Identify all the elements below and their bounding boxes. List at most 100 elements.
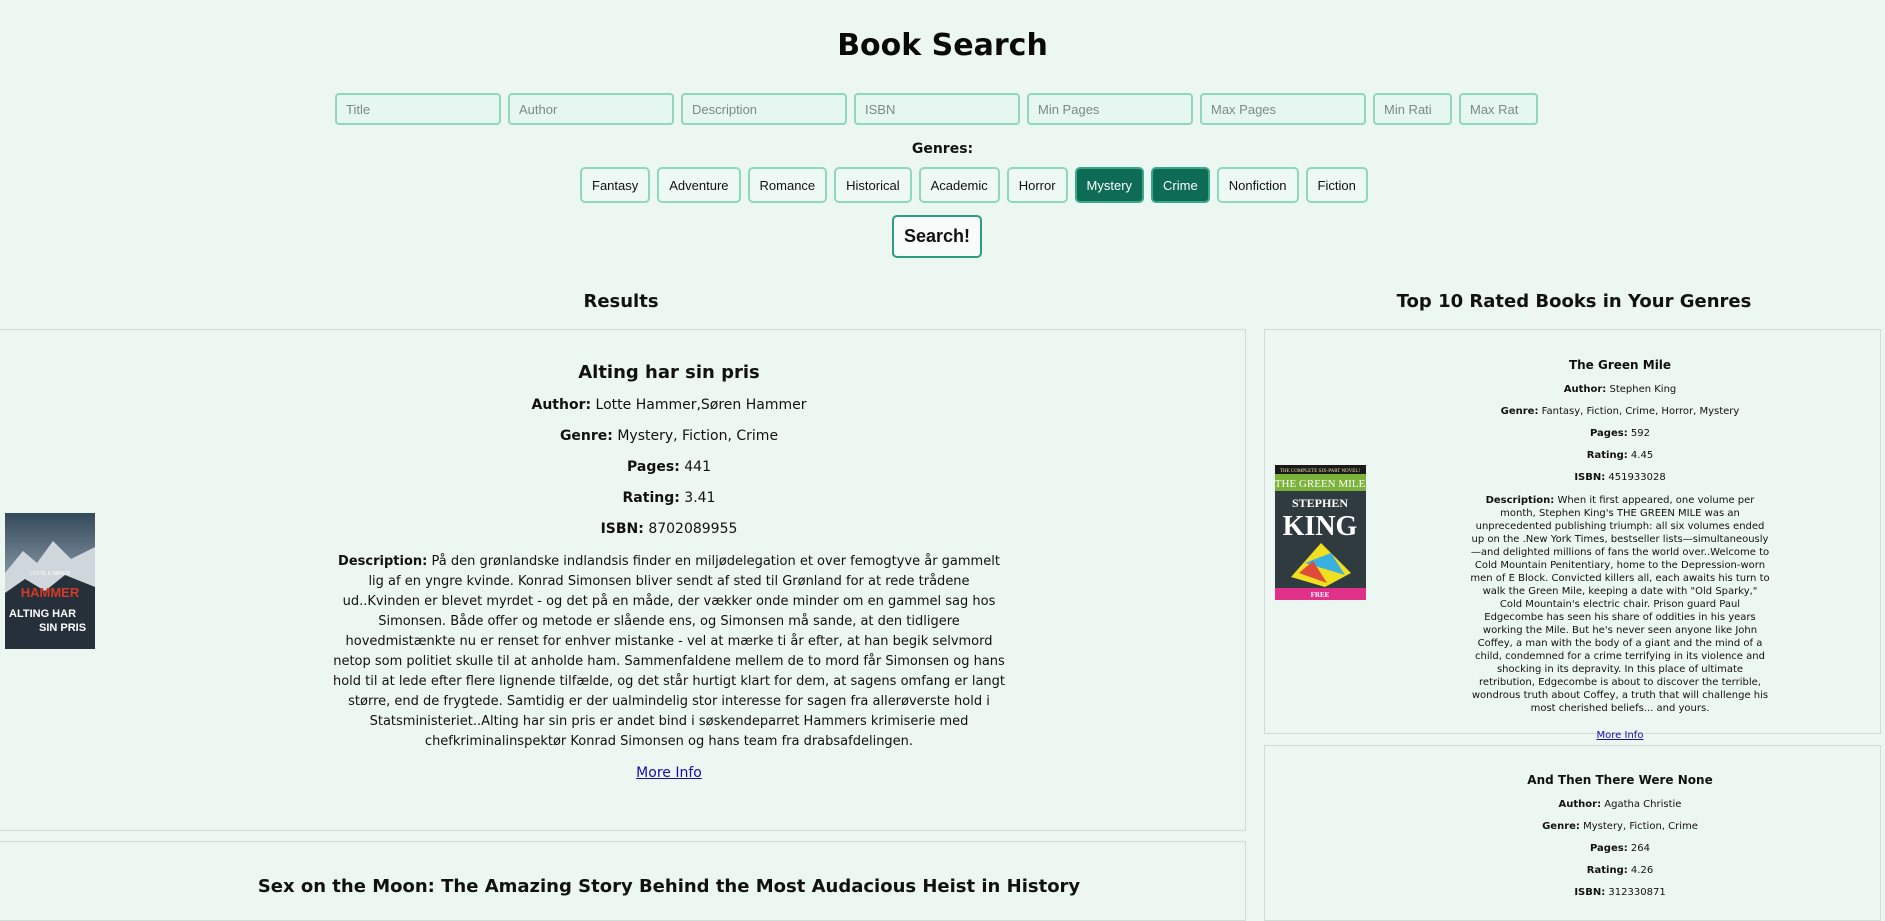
genre-buttons: Fantasy Adventure Romance Historical Aca… <box>580 167 1368 203</box>
book-cover-image[interactable]: LOTTE & SØREN HAMMER ALTING HAR SIN PRIS <box>5 513 95 649</box>
pages-value: 264 <box>1630 843 1650 854</box>
pages-label: Pages: <box>1590 843 1628 854</box>
result-rating: Rating: 3.41 <box>329 490 1009 506</box>
genre-label: Genre: <box>1500 406 1539 417</box>
isbn-value: 8702089955 <box>648 521 738 537</box>
rating-value: 4.45 <box>1630 450 1654 461</box>
isbn-label: ISBN: <box>1574 472 1606 483</box>
cover-author-first: STEPHEN <box>1292 496 1348 510</box>
top-rated-card: And Then There Were None Author: Agatha … <box>1264 745 1881 921</box>
title-input[interactable] <box>335 93 501 125</box>
cover-author-last: KING <box>1283 511 1358 542</box>
result-isbn: ISBN: 8702089955 <box>329 521 1009 537</box>
top-rated-card: THE COMPLETE SIX-PART NOVEL! THE GREEN M… <box>1264 329 1881 741</box>
cover-brand-text: HAMMER <box>21 585 80 600</box>
cover-title-line2: SIN PRIS <box>39 622 86 634</box>
genre-value: Fantasy, Fiction, Crime, Horror, Mystery <box>1541 406 1740 417</box>
cover-series-text: THE GREEN MILE <box>1275 478 1365 490</box>
search-button[interactable]: Search! <box>892 215 982 258</box>
author-value: Lotte Hammer,Søren Hammer <box>595 397 807 413</box>
top-rated-rating: Rating: 4.26 <box>1470 865 1770 876</box>
description-input[interactable] <box>681 93 847 125</box>
author-label: Author: <box>1563 384 1607 395</box>
author-label: Author: <box>1558 799 1602 810</box>
author-value: Stephen King <box>1609 384 1677 395</box>
book-cover-image[interactable]: THE COMPLETE SIX-PART NOVEL! THE GREEN M… <box>1275 465 1366 600</box>
result-title: Alting har sin pris <box>578 362 760 383</box>
author-label: Author: <box>531 397 592 413</box>
description-value: When it first appeared, one volume per m… <box>1470 495 1770 714</box>
genre-value: Mystery, Fiction, Crime <box>617 428 779 444</box>
author-value: Agatha Christie <box>1604 799 1682 810</box>
isbn-value: 312330871 <box>1608 887 1666 898</box>
top-rated-description: Description: When it first appeared, one… <box>1470 494 1770 715</box>
top-rated-title: And Then There Were None <box>1527 773 1713 787</box>
top-rated-isbn: ISBN: 312330871 <box>1470 887 1770 898</box>
results-heading: Results <box>583 291 659 312</box>
result-details: Alting har sin pris Author: Lotte Hammer… <box>329 362 1009 781</box>
result-card: LOTTE & SØREN HAMMER ALTING HAR SIN PRIS… <box>0 329 1246 831</box>
top-rated-isbn: ISBN: 451933028 <box>1470 472 1770 483</box>
genre-button-nonfiction[interactable]: Nonfiction <box>1216 167 1299 203</box>
description-value: På den grønlandske indlandsis finder en … <box>332 554 1005 749</box>
search-filters <box>335 93 1538 125</box>
page-title: Book Search <box>837 28 1048 63</box>
rating-label: Rating: <box>1586 865 1628 876</box>
cover-top-text: THE COMPLETE SIX-PART NOVEL! <box>1280 469 1360 474</box>
genre-button-crime[interactable]: Crime <box>1151 167 1210 203</box>
pages-label: Pages: <box>627 459 680 475</box>
isbn-label: ISBN: <box>1574 887 1606 898</box>
genres-label: Genres: <box>911 141 974 157</box>
result-details: Sex on the Moon: The Amazing Story Behin… <box>0 876 1339 911</box>
top-rated-pages: Pages: 592 <box>1470 428 1770 439</box>
genre-button-adventure[interactable]: Adventure <box>657 167 741 203</box>
top-rated-genre: Genre: Mystery, Fiction, Crime <box>1470 821 1770 832</box>
top-rated-title: The Green Mile <box>1568 358 1672 372</box>
top-rated-rating: Rating: 4.45 <box>1470 450 1770 461</box>
genre-button-academic[interactable]: Academic <box>918 167 1000 203</box>
pages-value: 441 <box>684 459 711 475</box>
top-rated-genre: Genre: Fantasy, Fiction, Crime, Horror, … <box>1470 406 1770 417</box>
description-label: Description: <box>1485 495 1555 506</box>
cover-top-text: LOTTE & SØREN <box>30 571 70 577</box>
rating-label: Rating: <box>1586 450 1628 461</box>
result-card: Sex on the Moon: The Amazing Story Behin… <box>0 841 1246 921</box>
result-title: Sex on the Moon: The Amazing Story Behin… <box>257 876 1081 897</box>
pages-label: Pages: <box>1590 428 1628 439</box>
top-rated-pages: Pages: 264 <box>1470 843 1770 854</box>
top-rated-heading: Top 10 Rated Books in Your Genres <box>1396 291 1752 312</box>
top-rated-details: The Green Mile Author: Stephen King Genr… <box>1470 358 1770 742</box>
rating-label: Rating: <box>622 490 680 506</box>
genre-button-fantasy[interactable]: Fantasy <box>580 167 651 203</box>
max-pages-input[interactable] <box>1200 93 1366 125</box>
min-pages-input[interactable] <box>1027 93 1193 125</box>
top-rated-details: And Then There Were None Author: Agatha … <box>1470 773 1770 909</box>
genre-value: Mystery, Fiction, Crime <box>1583 821 1698 832</box>
genre-button-historical[interactable]: Historical <box>834 167 912 203</box>
result-author: Author: Lotte Hammer,Søren Hammer <box>329 397 1009 413</box>
rating-value: 4.26 <box>1630 865 1654 876</box>
genre-button-mystery[interactable]: Mystery <box>1074 167 1145 203</box>
genre-label: Genre: <box>1542 821 1580 832</box>
rating-value: 3.41 <box>684 490 716 506</box>
isbn-value: 451933028 <box>1608 472 1666 483</box>
cover-title-line1: ALTING HAR <box>9 608 76 620</box>
max-rating-input[interactable] <box>1459 93 1538 125</box>
isbn-input[interactable] <box>854 93 1020 125</box>
more-info-link[interactable]: More Info <box>636 765 702 781</box>
genre-button-fiction[interactable]: Fiction <box>1305 167 1368 203</box>
more-info-link[interactable]: More Info <box>1597 730 1644 741</box>
result-genre: Genre: Mystery, Fiction, Crime <box>329 428 1009 444</box>
top-rated-author: Author: Stephen King <box>1470 384 1770 395</box>
genre-button-romance[interactable]: Romance <box>747 167 828 203</box>
genre-label: Genre: <box>559 428 613 444</box>
result-pages: Pages: 441 <box>329 459 1009 475</box>
cover-bottom-text: FREE <box>1311 591 1330 599</box>
author-input[interactable] <box>508 93 674 125</box>
top-rated-author: Author: Agatha Christie <box>1470 799 1770 810</box>
min-rating-input[interactable] <box>1373 93 1452 125</box>
pages-value: 592 <box>1630 428 1650 439</box>
genre-button-horror[interactable]: Horror <box>1006 167 1068 203</box>
description-label: Description: <box>338 554 428 569</box>
result-description: Description: På den grønlandske indlands… <box>329 552 1009 752</box>
